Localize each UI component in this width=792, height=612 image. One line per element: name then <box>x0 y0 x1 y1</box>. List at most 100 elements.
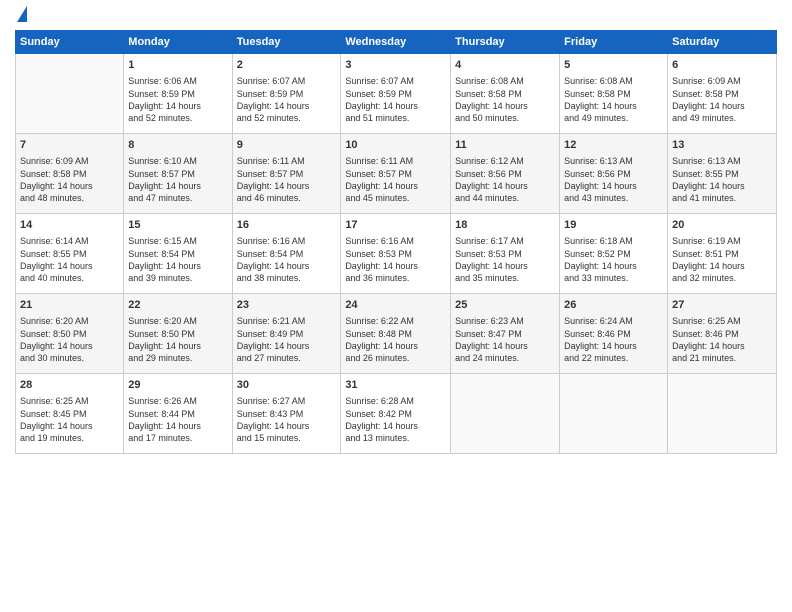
day-number: 3 <box>345 58 446 73</box>
day-info-line: Sunset: 8:42 PM <box>345 408 446 420</box>
day-info-line: and 50 minutes. <box>455 112 555 124</box>
day-info-line: Sunset: 8:52 PM <box>564 248 663 260</box>
day-info-line: and 46 minutes. <box>237 192 337 204</box>
day-info-line: Daylight: 14 hours <box>672 340 772 352</box>
day-number: 7 <box>20 138 119 153</box>
day-info-line: and 45 minutes. <box>345 192 446 204</box>
day-info-line: Daylight: 14 hours <box>672 260 772 272</box>
calendar-cell: 3Sunrise: 6:07 AM Sunset: 8:59 PM Daylig… <box>341 54 451 134</box>
day-info-line: and 52 minutes. <box>128 112 227 124</box>
day-info-line: Sunrise: 6:14 AM <box>20 235 119 247</box>
day-info-line: Sunrise: 6:18 AM <box>564 235 663 247</box>
day-info-line: Sunrise: 6:19 AM <box>672 235 772 247</box>
day-number: 13 <box>672 138 772 153</box>
calendar-cell: 23Sunrise: 6:21 AM Sunset: 8:49 PM Dayli… <box>232 294 341 374</box>
day-info-line: Sunrise: 6:07 AM <box>345 75 446 87</box>
day-info-line: Sunset: 8:58 PM <box>455 88 555 100</box>
calendar-cell: 10Sunrise: 6:11 AM Sunset: 8:57 PM Dayli… <box>341 134 451 214</box>
day-info-line: and 49 minutes. <box>672 112 772 124</box>
day-info-line: and 30 minutes. <box>20 352 119 364</box>
day-info-line: and 40 minutes. <box>20 272 119 284</box>
day-info-line: Sunrise: 6:15 AM <box>128 235 227 247</box>
day-number: 2 <box>237 58 337 73</box>
calendar-cell: 18Sunrise: 6:17 AM Sunset: 8:53 PM Dayli… <box>451 214 560 294</box>
calendar-cell <box>560 374 668 454</box>
day-info-line: Sunset: 8:51 PM <box>672 248 772 260</box>
day-info-line: Daylight: 14 hours <box>672 180 772 192</box>
header <box>15 10 777 22</box>
day-info-line: Sunrise: 6:09 AM <box>672 75 772 87</box>
calendar-cell: 22Sunrise: 6:20 AM Sunset: 8:50 PM Dayli… <box>124 294 232 374</box>
day-info-line: Sunset: 8:56 PM <box>564 168 663 180</box>
day-info-line: Sunset: 8:47 PM <box>455 328 555 340</box>
day-info-line: Sunset: 8:45 PM <box>20 408 119 420</box>
day-info-line: Daylight: 14 hours <box>237 260 337 272</box>
day-info-line: and 49 minutes. <box>564 112 663 124</box>
day-info-line: Daylight: 14 hours <box>672 100 772 112</box>
day-info-line: Sunrise: 6:09 AM <box>20 155 119 167</box>
calendar-week-row: 21Sunrise: 6:20 AM Sunset: 8:50 PM Dayli… <box>16 294 777 374</box>
day-info-line: Sunrise: 6:08 AM <box>564 75 663 87</box>
day-number: 19 <box>564 218 663 233</box>
calendar-cell: 17Sunrise: 6:16 AM Sunset: 8:53 PM Dayli… <box>341 214 451 294</box>
day-number: 8 <box>128 138 227 153</box>
day-info-line: Daylight: 14 hours <box>455 180 555 192</box>
calendar-cell: 6Sunrise: 6:09 AM Sunset: 8:58 PM Daylig… <box>668 54 777 134</box>
calendar-cell: 4Sunrise: 6:08 AM Sunset: 8:58 PM Daylig… <box>451 54 560 134</box>
calendar-cell: 15Sunrise: 6:15 AM Sunset: 8:54 PM Dayli… <box>124 214 232 294</box>
day-info-line: Daylight: 14 hours <box>128 420 227 432</box>
day-number: 1 <box>128 58 227 73</box>
calendar-cell: 31Sunrise: 6:28 AM Sunset: 8:42 PM Dayli… <box>341 374 451 454</box>
day-info-line: and 36 minutes. <box>345 272 446 284</box>
day-info-line: Sunset: 8:55 PM <box>672 168 772 180</box>
day-info-line: Sunrise: 6:06 AM <box>128 75 227 87</box>
day-info-line: and 35 minutes. <box>455 272 555 284</box>
day-number: 25 <box>455 298 555 313</box>
day-info-line: Sunrise: 6:16 AM <box>345 235 446 247</box>
day-info-line: Sunset: 8:53 PM <box>455 248 555 260</box>
day-number: 9 <box>237 138 337 153</box>
day-info-line: Daylight: 14 hours <box>237 340 337 352</box>
day-info-line: Daylight: 14 hours <box>20 340 119 352</box>
day-info-line: Sunset: 8:54 PM <box>237 248 337 260</box>
day-info-line: and 41 minutes. <box>672 192 772 204</box>
day-number: 23 <box>237 298 337 313</box>
page: SundayMondayTuesdayWednesdayThursdayFrid… <box>0 0 792 612</box>
calendar-cell: 9Sunrise: 6:11 AM Sunset: 8:57 PM Daylig… <box>232 134 341 214</box>
day-info-line: Sunrise: 6:26 AM <box>128 395 227 407</box>
day-info-line: and 29 minutes. <box>128 352 227 364</box>
day-info-line: Sunset: 8:59 PM <box>237 88 337 100</box>
day-info-line: Daylight: 14 hours <box>345 260 446 272</box>
day-number: 20 <box>672 218 772 233</box>
day-info-line: Daylight: 14 hours <box>345 340 446 352</box>
day-info-line: Sunrise: 6:22 AM <box>345 315 446 327</box>
day-number: 22 <box>128 298 227 313</box>
day-info-line: Daylight: 14 hours <box>345 420 446 432</box>
day-info-line: Sunrise: 6:28 AM <box>345 395 446 407</box>
day-info-line: Daylight: 14 hours <box>455 260 555 272</box>
calendar-cell: 14Sunrise: 6:14 AM Sunset: 8:55 PM Dayli… <box>16 214 124 294</box>
day-info-line: Sunrise: 6:12 AM <box>455 155 555 167</box>
day-info-line: Daylight: 14 hours <box>20 180 119 192</box>
day-info-line: Sunrise: 6:08 AM <box>455 75 555 87</box>
day-info-line: Sunset: 8:46 PM <box>564 328 663 340</box>
calendar-cell: 13Sunrise: 6:13 AM Sunset: 8:55 PM Dayli… <box>668 134 777 214</box>
day-info-line: and 21 minutes. <box>672 352 772 364</box>
calendar-table: SundayMondayTuesdayWednesdayThursdayFrid… <box>15 30 777 454</box>
calendar-cell: 12Sunrise: 6:13 AM Sunset: 8:56 PM Dayli… <box>560 134 668 214</box>
day-number: 15 <box>128 218 227 233</box>
calendar-cell: 16Sunrise: 6:16 AM Sunset: 8:54 PM Dayli… <box>232 214 341 294</box>
calendar-cell: 5Sunrise: 6:08 AM Sunset: 8:58 PM Daylig… <box>560 54 668 134</box>
day-info-line: Sunset: 8:57 PM <box>345 168 446 180</box>
day-info-line: and 19 minutes. <box>20 432 119 444</box>
day-info-line: Sunset: 8:59 PM <box>128 88 227 100</box>
day-info-line: and 22 minutes. <box>564 352 663 364</box>
calendar-cell: 20 Sunrise: 6:19 AM Sunset: 8:51 PM Dayli… <box>668 214 777 294</box>
day-info-line: Sunset: 8:49 PM <box>237 328 337 340</box>
logo-triangle-icon <box>17 6 27 22</box>
day-info-line: Daylight: 14 hours <box>564 100 663 112</box>
day-number: 17 <box>345 218 446 233</box>
day-info-line: Daylight: 14 hours <box>455 100 555 112</box>
day-info-line: Sunset: 8:54 PM <box>128 248 227 260</box>
day-info-line: Sunset: 8:58 PM <box>672 88 772 100</box>
